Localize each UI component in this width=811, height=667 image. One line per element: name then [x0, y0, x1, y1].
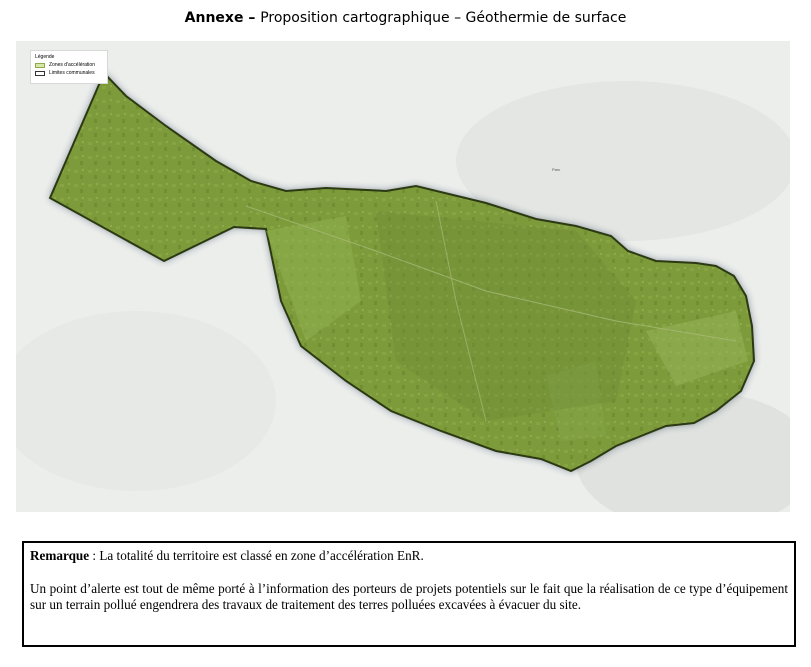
- title-prefix: Annexe: [184, 10, 244, 26]
- remark-paragraph: Un point d’alerte est tout de même porté…: [30, 580, 788, 613]
- map-canvas: [16, 41, 790, 512]
- map-legend: Légende Zones d'accélération Limites com…: [30, 50, 108, 84]
- remark-label: Remarque: [30, 548, 90, 563]
- legend-label: Zones d'accélération: [49, 62, 95, 68]
- title-dash: –: [243, 10, 261, 26]
- legend-swatch-fill: [35, 62, 45, 68]
- legend-item-zones: Zones d'accélération: [35, 62, 103, 68]
- remark-box: Remarque : La totalité du territoire est…: [22, 541, 796, 647]
- remark-first-line: Remarque : La totalité du territoire est…: [30, 548, 788, 565]
- legend-swatch-outline: [35, 70, 45, 76]
- remark-summary: : La totalité du territoire est classé e…: [89, 548, 424, 563]
- legend-item-limits: Limites communales: [35, 70, 103, 76]
- page-title: Annexe – Proposition cartographique – Gé…: [0, 8, 811, 28]
- legend-label: Limites communales: [49, 70, 95, 76]
- place-label: Parc: [552, 167, 561, 172]
- legend-title: Légende: [35, 54, 55, 60]
- title-text: Proposition cartographique – Géothermie …: [260, 10, 627, 26]
- map-image: Légende Zones d'accélération Limites com…: [16, 41, 790, 512]
